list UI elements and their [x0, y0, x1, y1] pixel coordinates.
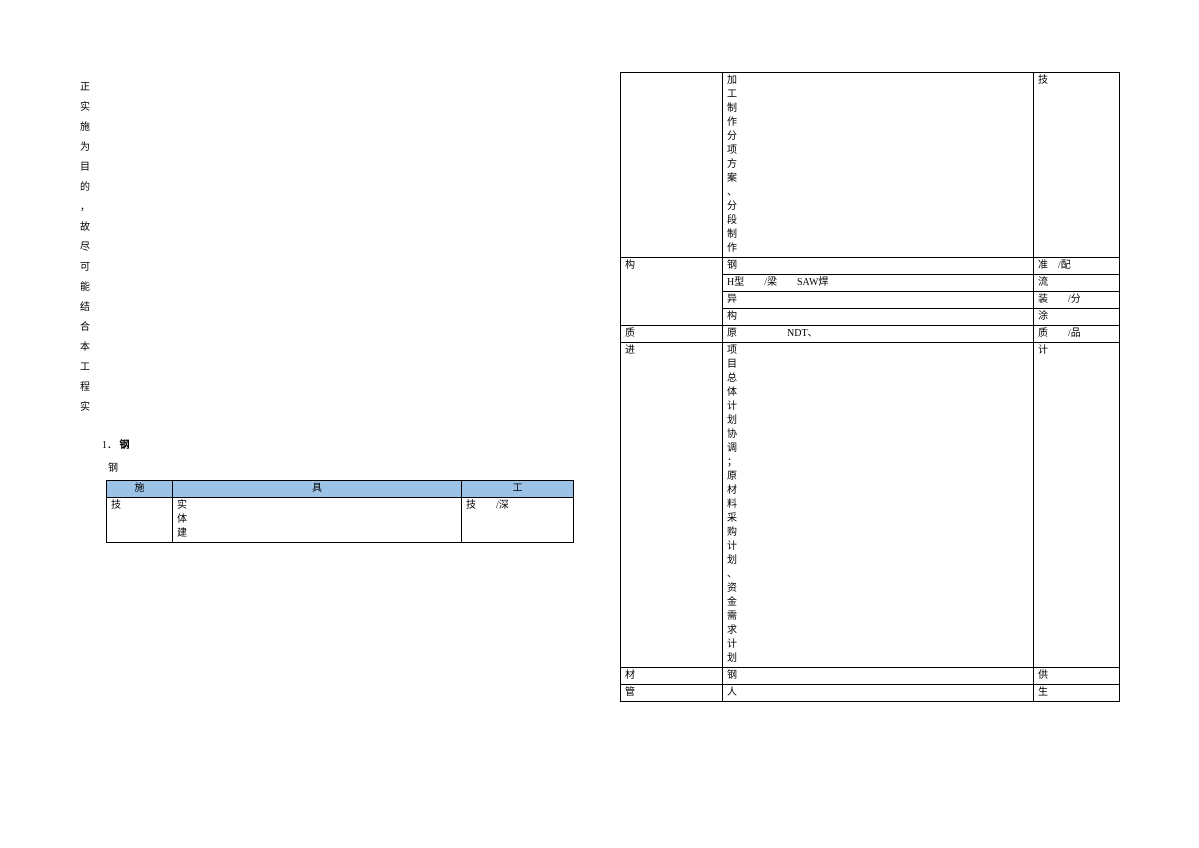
td-2: 实体建 — [173, 498, 462, 543]
table-2: 加工制作分项方案、分段制作 技 构 钢 准 /配 H型 /梁 SAW焊 流 异 … — [620, 72, 1120, 702]
td: 进 — [621, 343, 723, 668]
table-1: 施 具 工 技 实体建 技 /深 — [106, 480, 574, 543]
td-3: 技 /深 — [462, 498, 574, 543]
td: 流 — [1034, 275, 1120, 292]
page-right: 加工制作分项方案、分段制作 技 构 钢 准 /配 H型 /梁 SAW焊 流 异 … — [620, 72, 1140, 702]
td: 构 — [621, 258, 723, 326]
td: 涂 — [1034, 309, 1120, 326]
table-row: 管 人 生 — [621, 685, 1120, 702]
td: 装 /分 — [1034, 292, 1120, 309]
td: 原 NDT、 — [723, 326, 1034, 343]
td — [621, 73, 723, 258]
table-row: 加工制作分项方案、分段制作 技 — [621, 73, 1120, 258]
table-row: 进 项目总体计划协调；原材料采购计划、资金需求计划 计 — [621, 343, 1120, 668]
td: 技 — [1034, 73, 1120, 258]
page-left: 正实施为目的，故尽可能结合本工程实 1． 钢 钢 施 具 工 技 实体建 技 /… — [80, 78, 580, 543]
table-row: 技 实体建 技 /深 — [107, 498, 574, 543]
th-2: 具 — [173, 481, 462, 498]
td: 生 — [1034, 685, 1120, 702]
table-row: 材 钢 供 — [621, 668, 1120, 685]
paragraph-vertical: 正实施为目的，故尽可能结合本工程实 — [80, 78, 92, 418]
td: 钢 — [723, 668, 1034, 685]
td: 项目总体计划协调；原材料采购计划、资金需求计划 — [723, 343, 1034, 668]
sub-label: 钢 — [108, 459, 580, 474]
heading-num: 1． — [102, 440, 117, 451]
td: 异 — [723, 292, 1034, 309]
table-row: 构 钢 准 /配 — [621, 258, 1120, 275]
table-row: 质 原 NDT、 质 /品 — [621, 326, 1120, 343]
td: 供 — [1034, 668, 1120, 685]
td: 加工制作分项方案、分段制作 — [723, 73, 1034, 258]
td: 管 — [621, 685, 723, 702]
section-heading: 1． 钢 — [102, 436, 580, 451]
td: H型 /梁 SAW焊 — [723, 275, 1034, 292]
td-1: 技 — [107, 498, 173, 543]
table-header-row: 施 具 工 — [107, 481, 574, 498]
td: 钢 — [723, 258, 1034, 275]
th-3: 工 — [462, 481, 574, 498]
td: 计 — [1034, 343, 1120, 668]
heading-bold: 钢 — [120, 440, 130, 451]
td: 质 /品 — [1034, 326, 1120, 343]
td: 人 — [723, 685, 1034, 702]
td: 准 /配 — [1034, 258, 1120, 275]
td: 质 — [621, 326, 723, 343]
td: 材 — [621, 668, 723, 685]
td: 构 — [723, 309, 1034, 326]
th-1: 施 — [107, 481, 173, 498]
